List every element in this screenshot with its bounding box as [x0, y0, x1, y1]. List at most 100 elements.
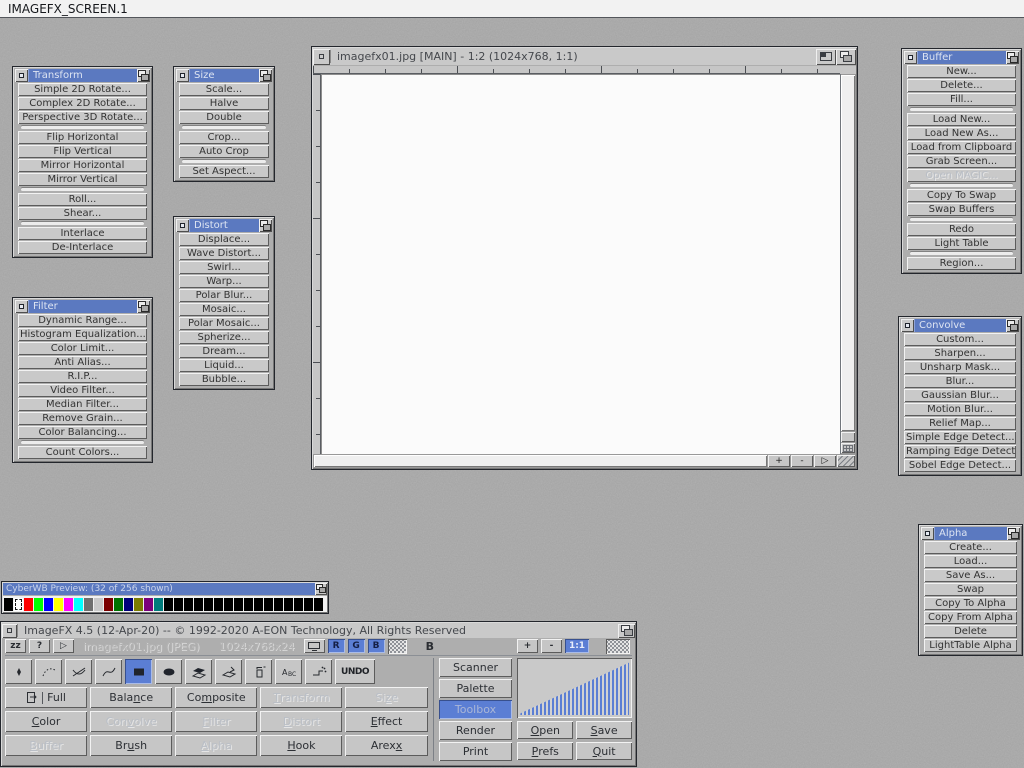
curve-tool[interactable] — [95, 659, 122, 684]
depth-gadget-icon[interactable] — [1006, 51, 1019, 64]
spherize-button[interactable]: Spherize... — [179, 331, 269, 344]
depth-gadget-icon[interactable] — [836, 49, 856, 65]
simple-2d-rotate-button[interactable]: Simple 2D Rotate... — [18, 83, 147, 96]
relief-map-button[interactable]: Relief Map... — [904, 417, 1016, 430]
displace-button[interactable]: Displace... — [179, 233, 269, 246]
effect-button[interactable]: Effect — [345, 711, 427, 732]
gaussian-blur-button[interactable]: Gaussian Blur... — [904, 389, 1016, 402]
dream-button[interactable]: Dream... — [179, 345, 269, 358]
roll-button[interactable]: Roll... — [18, 193, 147, 206]
convolve-titlebar[interactable]: Convolve — [901, 319, 1019, 332]
zoom-out-button[interactable]: - — [541, 639, 562, 653]
close-gadget-icon[interactable] — [313, 49, 330, 65]
palette-button[interactable]: Palette — [439, 679, 513, 698]
composite-button[interactable]: Composite — [175, 687, 257, 708]
undo-button[interactable]: UNDO — [335, 659, 375, 684]
shear-button[interactable]: Shear... — [18, 207, 147, 220]
horizontal-scrollbar[interactable]: + - ▷ — [313, 454, 856, 468]
color-swatch[interactable] — [204, 598, 213, 611]
color-swatch[interactable] — [184, 598, 193, 611]
copy-to-alpha-button[interactable]: Copy To Alpha — [924, 597, 1017, 610]
red-channel-button[interactable]: R — [328, 639, 345, 653]
color-swatch[interactable] — [214, 598, 223, 611]
close-gadget-icon[interactable] — [921, 527, 934, 540]
keyboard-gadget-icon[interactable] — [841, 443, 855, 453]
bubble-button[interactable]: Bubble... — [179, 373, 269, 386]
zoom-in-button[interactable]: + — [517, 639, 538, 653]
polar-blur-button[interactable]: Polar Blur... — [179, 289, 269, 302]
close-gadget-icon[interactable] — [15, 69, 28, 82]
color-swatch[interactable] — [4, 598, 13, 611]
scale-button[interactable]: Scale... — [179, 83, 269, 96]
close-gadget-icon[interactable] — [15, 300, 28, 313]
depth-gadget-icon[interactable] — [618, 624, 635, 638]
custom-button[interactable]: Custom... — [904, 333, 1016, 346]
vertical-scroll-thumb[interactable] — [841, 75, 855, 431]
save-as-button[interactable]: Save As... — [924, 569, 1017, 582]
color-swatch[interactable] — [24, 598, 33, 611]
alpha-titlebar[interactable]: Alpha — [921, 527, 1020, 540]
help-button[interactable]: ? — [29, 639, 50, 653]
redo-button[interactable]: Redo — [907, 223, 1016, 236]
double-button[interactable]: Double — [179, 111, 269, 124]
color-swatch[interactable] — [274, 598, 283, 611]
color-swatch[interactable] — [104, 598, 113, 611]
scroll-gadget[interactable] — [841, 432, 855, 442]
copy-to-swap-button[interactable]: Copy To Swap — [907, 189, 1016, 202]
depth-gadget-icon[interactable] — [1007, 527, 1020, 540]
color-swatch[interactable] — [64, 598, 73, 611]
delete-button[interactable]: Delete... — [907, 79, 1016, 92]
sleep-button[interactable]: zz — [5, 639, 26, 653]
wave-distort-button[interactable]: Wave Distort... — [179, 247, 269, 260]
unsharp-mask-button[interactable]: Unsharp Mask... — [904, 361, 1016, 374]
arexx-button[interactable]: Arexx — [345, 735, 427, 756]
polygon-tool[interactable] — [185, 659, 212, 684]
remove-grain-button[interactable]: Remove Grain... — [18, 412, 147, 425]
anti-alias-button[interactable]: Anti Alias... — [18, 356, 147, 369]
line-tool[interactable] — [65, 659, 92, 684]
region-button[interactable]: Region... — [907, 257, 1016, 270]
color-swatch[interactable] — [174, 598, 183, 611]
color-swatch[interactable] — [164, 598, 173, 611]
screen-titlebar[interactable]: IMAGEFX_SCREEN.1 — [0, 0, 1024, 18]
auto-crop-button[interactable]: Auto Crop — [179, 145, 269, 158]
polar-mosaic-button[interactable]: Polar Mosaic... — [179, 317, 269, 330]
color-swatch[interactable] — [134, 598, 143, 611]
new-button[interactable]: New... — [907, 65, 1016, 78]
zoom-gadget-icon[interactable] — [816, 49, 836, 65]
delete-alpha-button[interactable]: Delete — [924, 625, 1017, 638]
filter-titlebar[interactable]: Filter — [15, 300, 150, 313]
color-swatch[interactable] — [84, 598, 93, 611]
hook-button[interactable]: Hook — [260, 735, 342, 756]
depth-gadget-icon[interactable] — [259, 219, 272, 232]
buffer-titlebar[interactable]: Buffer — [904, 51, 1019, 64]
vertical-scrollbar[interactable] — [840, 74, 856, 454]
close-gadget-icon[interactable] — [176, 219, 189, 232]
airbrush-tool[interactable] — [305, 659, 332, 684]
close-gadget-icon[interactable] — [2, 624, 17, 638]
simple-edge-detect-button[interactable]: Simple Edge Detect... — [904, 431, 1016, 444]
mirror-vertical-button[interactable]: Mirror Vertical — [18, 173, 147, 186]
dynamic-range-button[interactable]: Dynamic Range... — [18, 314, 147, 327]
zoom-out-button[interactable]: - — [791, 455, 813, 467]
light-table-button[interactable]: Light Table — [907, 237, 1016, 250]
color-limit-button[interactable]: Color Limit... — [18, 342, 147, 355]
horizontal-scroll-thumb[interactable] — [314, 455, 767, 467]
color-swatch[interactable] — [194, 598, 203, 611]
screen-mode-icon[interactable] — [304, 639, 325, 653]
median-filter-button[interactable]: Median Filter... — [18, 398, 147, 411]
color-swatch[interactable] — [294, 598, 303, 611]
print-button[interactable]: Print — [439, 742, 513, 761]
depth-gadget-icon[interactable] — [315, 583, 327, 595]
video-filter-button[interactable]: Video Filter... — [18, 384, 147, 397]
color-swatch[interactable] — [284, 598, 293, 611]
open-button[interactable]: Open — [517, 721, 573, 739]
color-swatch[interactable] — [154, 598, 163, 611]
transform-titlebar[interactable]: Transform — [15, 69, 150, 82]
color-swatch[interactable] — [44, 598, 53, 611]
de-interlace-button[interactable]: De-Interlace — [18, 241, 147, 254]
sobel-edge-detect-button[interactable]: Sobel Edge Detect... — [904, 459, 1016, 472]
pan-button[interactable]: ▷ — [814, 455, 836, 467]
interlace-button[interactable]: Interlace — [18, 227, 147, 240]
zoom-in-button[interactable]: + — [768, 455, 790, 467]
